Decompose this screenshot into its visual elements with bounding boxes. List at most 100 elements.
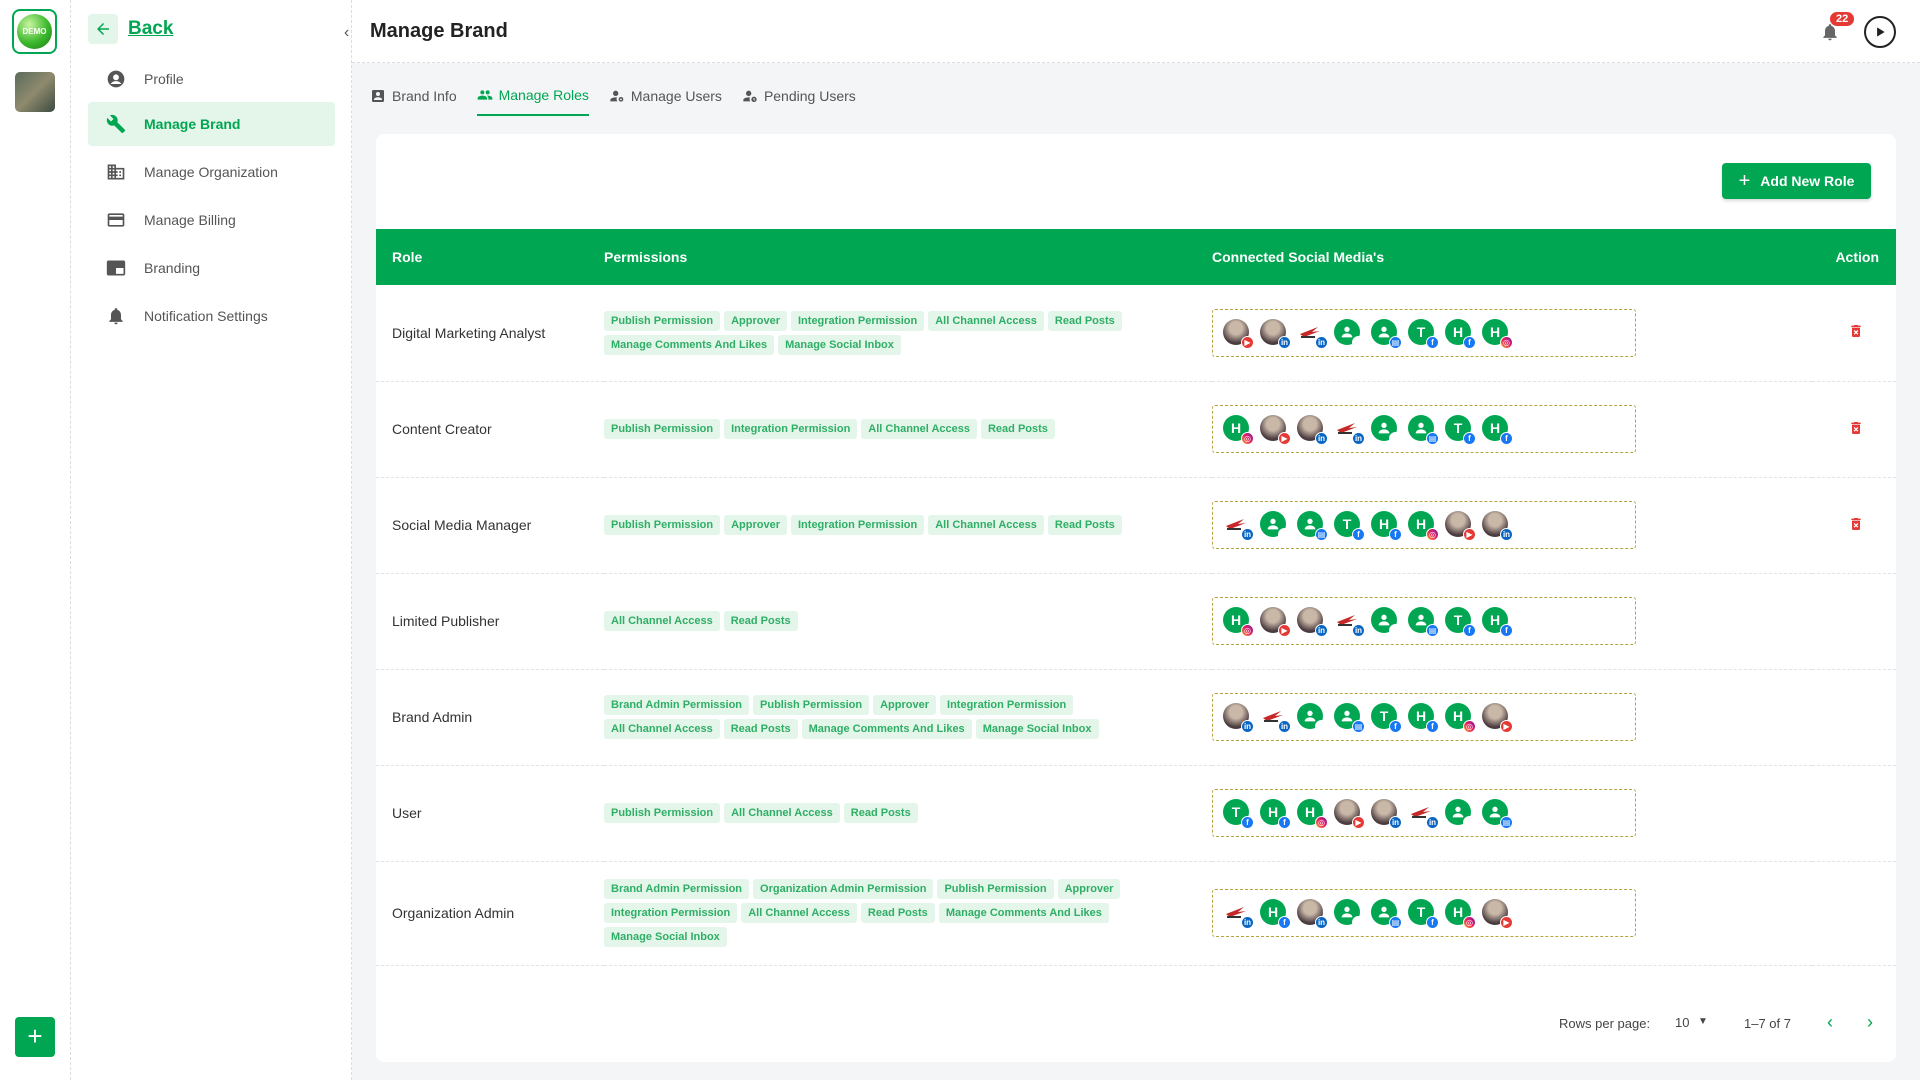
- permission-list: Brand Admin Permission Publish Permission…: [604, 695, 1164, 739]
- rows-per-page-select[interactable]: 10: [1675, 1015, 1689, 1030]
- youtube-icon: ▶: [1500, 720, 1513, 733]
- permission-chip: Integration Permission: [724, 419, 858, 439]
- biz-icon: ▤: [1315, 528, 1328, 541]
- social-account-avatar: in: [1297, 607, 1328, 637]
- linkedin-icon: in: [1315, 432, 1328, 445]
- social-account-avatar: Hf: [1445, 318, 1476, 349]
- social-account-avatar: H ◎: [1408, 511, 1439, 541]
- sidebar-item-manage-organization[interactable]: Manage Organization: [88, 150, 335, 194]
- sidebar-item-label: Branding: [144, 260, 201, 276]
- social-account-avatar: ▶: [1482, 899, 1513, 929]
- sidebar-item-manage-billing[interactable]: Manage Billing: [88, 198, 335, 242]
- social-account-avatar: Tf: [1223, 799, 1254, 829]
- connected-media-cell: H ◎ ▶ in in ✕ ▤ Tf Hf: [1212, 381, 1812, 477]
- permission-chip: Approver: [1057, 879, 1121, 899]
- x-icon: ✕: [1389, 624, 1402, 637]
- youtube-icon: ▶: [1463, 528, 1476, 541]
- linkedin-icon: in: [1500, 528, 1513, 541]
- social-account-avatar: ▤: [1408, 415, 1439, 445]
- biz-icon: ▤: [1352, 720, 1365, 733]
- sidebar-item-profile[interactable]: Profile: [88, 57, 335, 101]
- connected-media-cell: in Hf in ✕ ▤ Tf H ◎ ▶: [1212, 861, 1812, 965]
- app-logo[interactable]: DEMO: [12, 9, 57, 54]
- demo-play-icon[interactable]: [1864, 16, 1896, 48]
- sidebar-item-notification-settings[interactable]: Notification Settings: [88, 294, 335, 338]
- connected-media-list: Tf Hf H ◎ ▶ in in ✕ ▤: [1212, 789, 1636, 837]
- instagram-icon: ◎: [1500, 335, 1513, 349]
- delete-icon[interactable]: [1848, 517, 1864, 536]
- tab-manage-roles[interactable]: Manage Roles: [476, 78, 589, 116]
- brand-avatar[interactable]: [15, 72, 55, 112]
- delete-icon[interactable]: [1848, 421, 1864, 440]
- chevron-down-icon[interactable]: ▼: [1698, 1016, 1708, 1027]
- facebook-icon: f: [1241, 816, 1254, 829]
- action-cell: [1812, 765, 1896, 861]
- permission-chip: Brand Admin Permission: [604, 695, 750, 715]
- action-cell: [1812, 285, 1896, 381]
- x-icon: ✕: [1352, 335, 1365, 349]
- permission-list: Brand Admin Permission Organization Admin…: [604, 879, 1164, 947]
- header-action: Action: [1835, 249, 1879, 265]
- prev-page-icon[interactable]: ‹: [1827, 1012, 1833, 1033]
- x-icon: ✕: [1463, 816, 1476, 829]
- building-icon: [106, 162, 126, 182]
- youtube-icon: ▶: [1500, 916, 1513, 929]
- permission-chip: Publish Permission: [753, 695, 870, 715]
- permission-chip: Manage Comments And Likes: [801, 719, 972, 739]
- permissions-cell: Brand Admin Permission Publish Permission…: [604, 669, 1212, 765]
- logo-text: DEMO: [17, 14, 52, 49]
- page-title: Manage Brand: [370, 20, 508, 42]
- card-icon: [106, 210, 126, 230]
- permission-chip: Manage Comments And Likes: [604, 334, 775, 355]
- linkedin-icon: in: [1278, 335, 1291, 349]
- back-button[interactable]: Back: [88, 14, 173, 44]
- role-name: Limited Publisher: [392, 613, 500, 629]
- permission-chip: Read Posts: [723, 719, 798, 739]
- permission-chip: All Channel Access: [741, 903, 857, 923]
- permissions-cell: Publish Permission All Channel Access Read…: [604, 765, 1212, 861]
- next-page-icon[interactable]: ›: [1867, 1012, 1873, 1033]
- social-account-avatar: Tf: [1408, 899, 1439, 929]
- biz-icon: ▤: [1389, 916, 1402, 929]
- connected-media-cell: in ✕ ▤ Tf Hf H ◎ ▶ in: [1212, 477, 1812, 573]
- permission-chip: Read Posts: [843, 803, 918, 823]
- sidebar-item-manage-brand[interactable]: Manage Brand: [88, 102, 335, 146]
- role-name: Social Media Manager: [392, 517, 532, 533]
- permission-chip: Manage Social Inbox: [778, 334, 901, 355]
- instagram-icon: ◎: [1463, 720, 1476, 733]
- permission-chip: All Channel Access: [861, 419, 977, 439]
- permission-chip: Approver: [724, 515, 787, 535]
- social-account-avatar: H ◎: [1297, 799, 1328, 829]
- add-brand-button[interactable]: +: [15, 1017, 55, 1057]
- delete-icon[interactable]: [1848, 325, 1864, 343]
- permission-chip: All Channel Access: [928, 515, 1044, 535]
- users-icon: [477, 87, 493, 103]
- facebook-icon: f: [1278, 916, 1291, 929]
- tab-manage-users[interactable]: Manage Users: [609, 78, 722, 116]
- permission-list: Publish Permission Approver Integration Pe…: [604, 310, 1164, 355]
- sidebar-item-label: Manage Organization: [144, 164, 278, 180]
- sidebar-item-branding[interactable]: Branding: [88, 246, 335, 290]
- bell-icon: [106, 306, 126, 326]
- collapse-sidebar-icon[interactable]: ‹: [344, 24, 349, 42]
- permission-chip: Integration Permission: [940, 695, 1074, 715]
- permission-chip: Read Posts: [860, 903, 935, 923]
- permission-list: All Channel Access Read Posts: [604, 611, 1164, 631]
- instagram-icon: ◎: [1463, 916, 1476, 929]
- tab-brand-info[interactable]: Brand Info: [370, 78, 457, 116]
- permission-chip: Organization Admin Permission: [753, 879, 934, 899]
- permission-list: Publish Permission Approver Integration Pe…: [604, 515, 1164, 535]
- action-cell: [1812, 669, 1896, 765]
- social-account-avatar: in: [1223, 899, 1254, 929]
- facebook-icon: f: [1463, 432, 1476, 445]
- back-label: Back: [128, 18, 174, 39]
- connected-media-list: in in ✕ ▤ Tf Hf H ◎ ▶: [1212, 693, 1636, 741]
- facebook-icon: f: [1426, 720, 1439, 733]
- action-cell: [1812, 477, 1896, 573]
- facebook-icon: f: [1389, 720, 1402, 733]
- tab-pending-users[interactable]: Pending Users: [742, 78, 856, 116]
- sidebar-item-label: Profile: [144, 71, 184, 87]
- add-new-role-button[interactable]: + Add New Role: [1722, 163, 1871, 199]
- social-account-avatar: H ◎: [1223, 607, 1254, 637]
- app-rail: DEMO +: [0, 0, 71, 1080]
